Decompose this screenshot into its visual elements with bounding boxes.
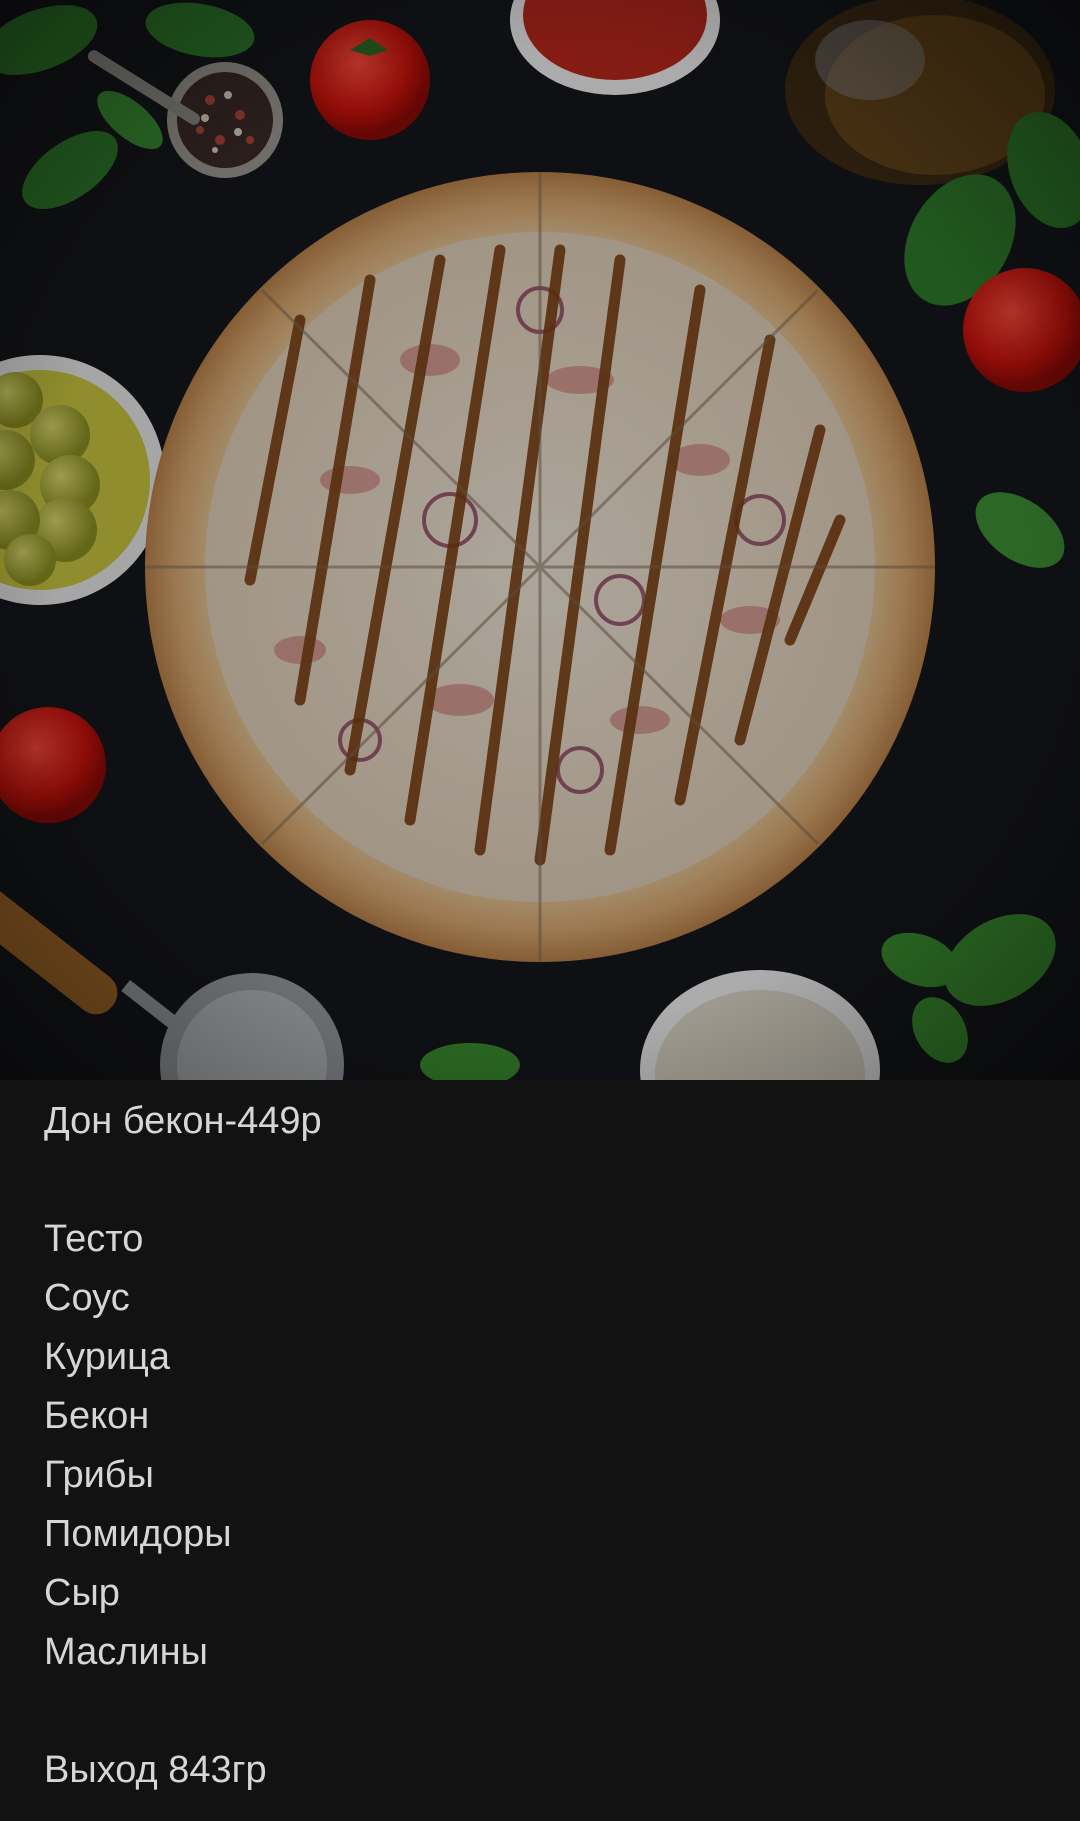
- ingredient-item: Бекон: [44, 1395, 150, 1437]
- ingredient-item: Соус: [44, 1277, 130, 1319]
- ingredient-item: Тесто: [44, 1218, 144, 1260]
- ingredient-item: Маслины: [44, 1631, 208, 1673]
- pizza-photo[interactable]: [0, 0, 1080, 1080]
- post-caption: Дон бекон-449р Тесто Соус Курица Бекон Г…: [44, 1080, 1034, 1800]
- pizza-weight: Выход 843гр: [44, 1749, 267, 1791]
- ingredient-item: Курица: [44, 1336, 170, 1378]
- ingredient-item: Сыр: [44, 1572, 120, 1614]
- pizza-title: Дон бекон-449р: [44, 1100, 322, 1142]
- ingredient-item: Помидоры: [44, 1513, 232, 1555]
- ingredient-item: Грибы: [44, 1454, 154, 1496]
- pizza-illustration: [0, 0, 1080, 1080]
